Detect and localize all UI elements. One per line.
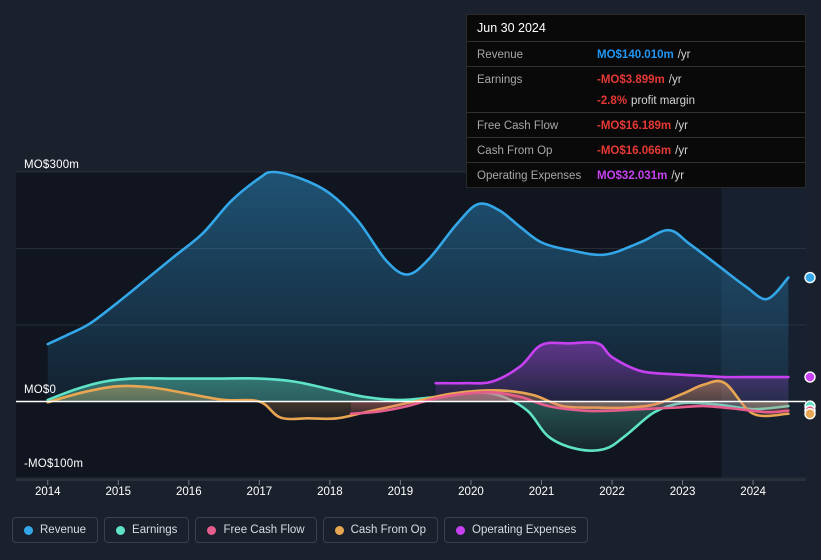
tooltip-row-value-group: MO$140.010m/yr [597, 45, 691, 63]
endpoint-marker-operating-expenses [804, 371, 816, 383]
tooltip-row-value: -MO$16.066m [597, 145, 672, 157]
tooltip-row-unit: /yr [668, 74, 682, 86]
legend-item-label: Operating Expenses [472, 524, 577, 536]
tooltip-rows: Revenue MO$140.010m/yr Earnings -MO$3.899m /… [467, 41, 805, 187]
x-axis-tick-2020: 2020 [458, 486, 484, 498]
chart-legend[interactable]: Revenue Earnings Free Cash Flow Cash From O… [12, 517, 589, 543]
legend-item-operating-expenses[interactable]: Operating Expenses [444, 517, 589, 543]
legend-color-dot [116, 525, 126, 535]
legend-item-label: Cash From Op [350, 524, 427, 536]
legend-color-dot [24, 525, 33, 535]
tooltip-row-label: Earnings [477, 74, 523, 86]
tooltip-date: Jun 30 2024 [477, 21, 546, 35]
tooltip-row-value-group: -2.8% profit margin [597, 91, 695, 109]
tooltip-row: Cash From Op -MO$16.066m/yr [467, 137, 805, 162]
tooltip-row-label: Operating Expenses [477, 170, 582, 182]
x-axis-tick-2014: 2014 [34, 486, 61, 498]
tooltip-row: Revenue MO$140.010m/yr [467, 41, 805, 66]
tooltip-row: -2.8% profit margin [467, 91, 805, 112]
tooltip-row-label: Free Cash Flow [477, 120, 559, 132]
legend-item-label: Revenue [40, 524, 87, 536]
tooltip-row: Free Cash Flow -MO$16.189m/yr [467, 112, 805, 137]
tooltip-row-value: MO$140.010m [597, 49, 674, 61]
tooltip-row-unit: profit margin [631, 95, 695, 107]
x-axis-tick-2017: 2017 [246, 486, 273, 498]
tooltip-row-value: -MO$3.899m [597, 74, 665, 86]
x-axis-tick-2015: 2015 [105, 486, 132, 498]
endpoint-marker-cash-from-op [804, 408, 816, 420]
legend-item-free-cash-flow[interactable]: Free Cash Flow [195, 517, 317, 543]
tooltip-row-unit: /yr [675, 120, 688, 132]
tooltip-row-value-group: MO$32.031m/yr [597, 166, 684, 184]
legend-item-revenue[interactable]: Revenue [12, 517, 99, 543]
x-axis-tick-2018: 2018 [317, 486, 343, 498]
tooltip-row-label: Cash From Op [477, 145, 553, 157]
legend-item-cash-from-op[interactable]: Cash From Op [322, 517, 439, 543]
x-axis-tick-2019: 2019 [387, 486, 414, 498]
tooltip-row-value: MO$32.031m [597, 170, 668, 182]
legend-item-label: Free Cash Flow [223, 524, 305, 536]
tooltip-row-value: -2.8% [597, 95, 628, 107]
tooltip-row-unit: /yr [677, 49, 691, 61]
tooltip-row-label: Revenue [477, 49, 524, 61]
x-axis-tick-2021: 2021 [528, 486, 555, 498]
legend-color-dot [207, 525, 217, 535]
x-axis-tick-2016: 2016 [176, 486, 202, 498]
tooltip-row: Earnings -MO$3.899m/yr [467, 66, 805, 91]
tooltip-row-unit: /yr [671, 170, 685, 182]
x-axis-tick-2024: 2024 [740, 486, 766, 498]
tooltip-row-value-group: -MO$3.899m/yr [597, 70, 682, 88]
x-axis-tick-2022: 2022 [599, 486, 625, 498]
tooltip-row: Operating Expenses MO$32.031m/yr [467, 162, 805, 187]
tooltip-row-value-group: -MO$16.066m/yr [597, 141, 688, 159]
x-axis-tick-2023: 2023 [669, 486, 696, 498]
legend-color-dot [334, 525, 344, 535]
legend-item-label: Earnings [132, 524, 178, 536]
endpoint-marker-revenue [804, 271, 816, 284]
tooltip-row-value-group: -MO$16.189m/yr [597, 116, 688, 134]
tooltip-row-value: -MO$16.189m [597, 120, 672, 132]
legend-item-earnings[interactable]: Earnings [104, 517, 190, 543]
tooltip-row-unit: /yr [675, 145, 688, 157]
data-tooltip: Jun 30 2024 Revenue MO$140.010m/yr Earning… [466, 14, 806, 188]
legend-color-dot [456, 525, 466, 535]
chart-page: MO$300m MO$0 -MO$100m 2014 2015 2016 2017 20… [0, 0, 821, 560]
